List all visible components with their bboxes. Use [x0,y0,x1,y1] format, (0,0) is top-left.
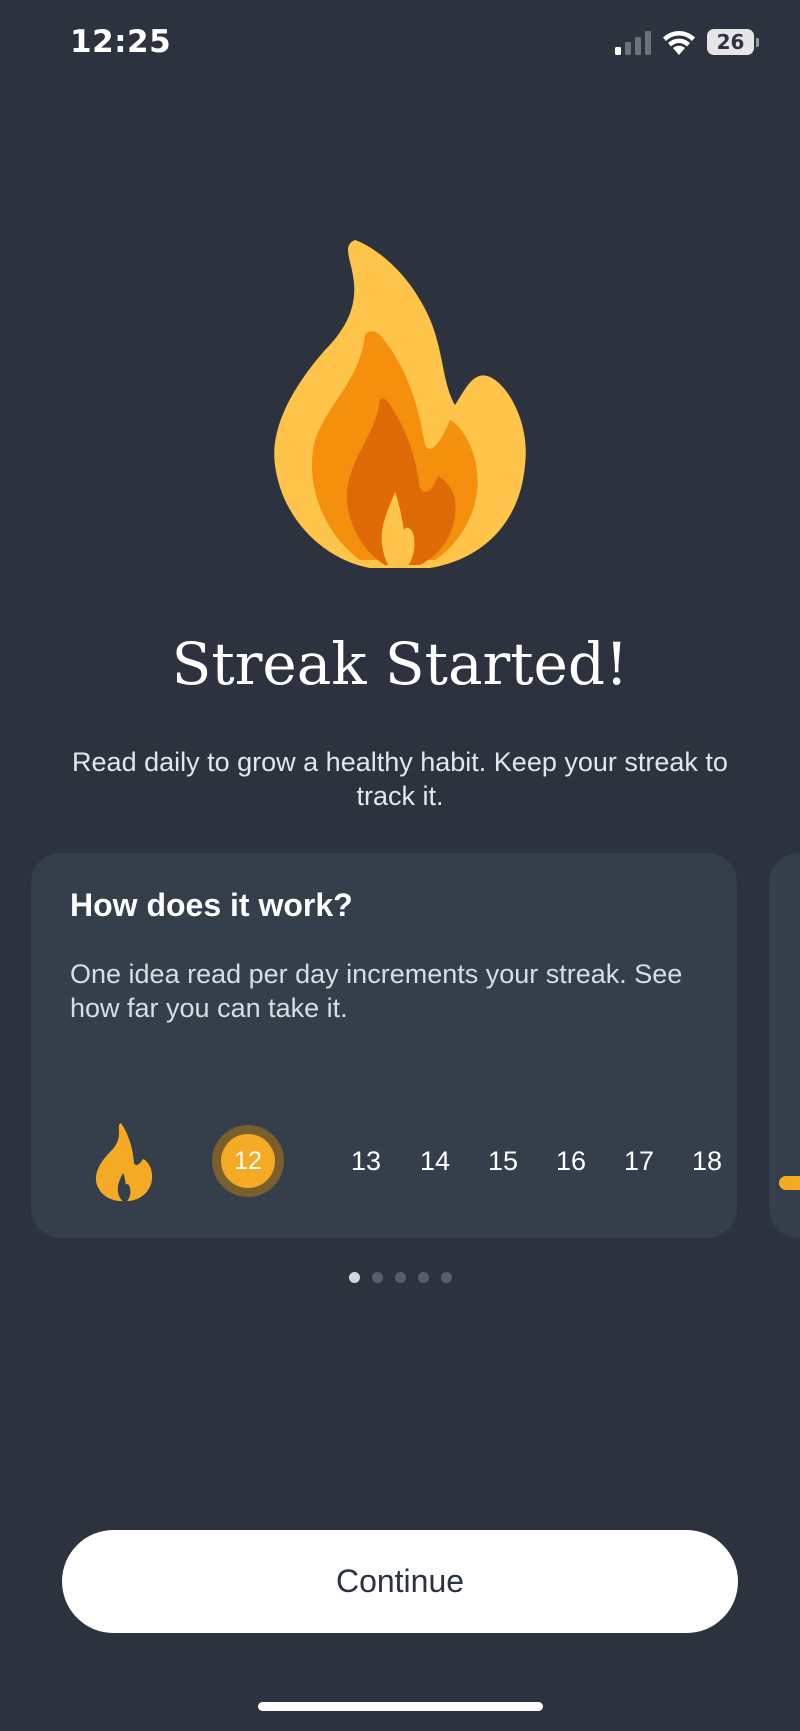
page-dot-active[interactable] [348,1272,360,1283]
cellular-signal-icon [615,31,651,55]
next-card-indicator [779,1176,800,1190]
card-title: How does it work? [70,887,353,923]
page-subtitle: Read daily to grow a healthy habit. Keep… [72,747,728,811]
battery-icon: 26 [707,29,759,56]
status-time: 12:25 [70,24,172,60]
streak-row: 12 13 14 15 16 17 18 [31,1121,737,1201]
page-dot[interactable] [371,1272,383,1283]
info-card[interactable]: How does it work? One idea read per day … [31,853,737,1238]
page-dot[interactable] [417,1272,429,1283]
flame-icon [274,240,526,568]
wifi-icon [663,31,695,55]
continue-button[interactable]: Continue [62,1530,738,1633]
current-day-marker: 12 [212,1125,284,1197]
day-label: 15 [487,1146,519,1176]
next-card-peek[interactable] [769,853,800,1238]
day-label: 17 [623,1146,655,1176]
page-indicator [0,1268,800,1284]
page-dot[interactable] [440,1272,452,1283]
day-label: 14 [419,1146,451,1176]
card-text: One idea read per day increments your st… [70,959,683,1023]
home-indicator[interactable] [258,1702,543,1711]
day-label: 13 [350,1146,382,1176]
battery-tip [756,38,759,47]
day-label: 16 [555,1146,587,1176]
current-day-label: 12 [221,1134,275,1188]
battery-level: 26 [707,29,754,55]
page-dot[interactable] [394,1272,406,1283]
flame-icon [95,1123,153,1201]
day-label: 18 [691,1146,723,1176]
status-bar: 12:25 26 [0,0,800,90]
page-title: Streak Started! [171,630,629,698]
